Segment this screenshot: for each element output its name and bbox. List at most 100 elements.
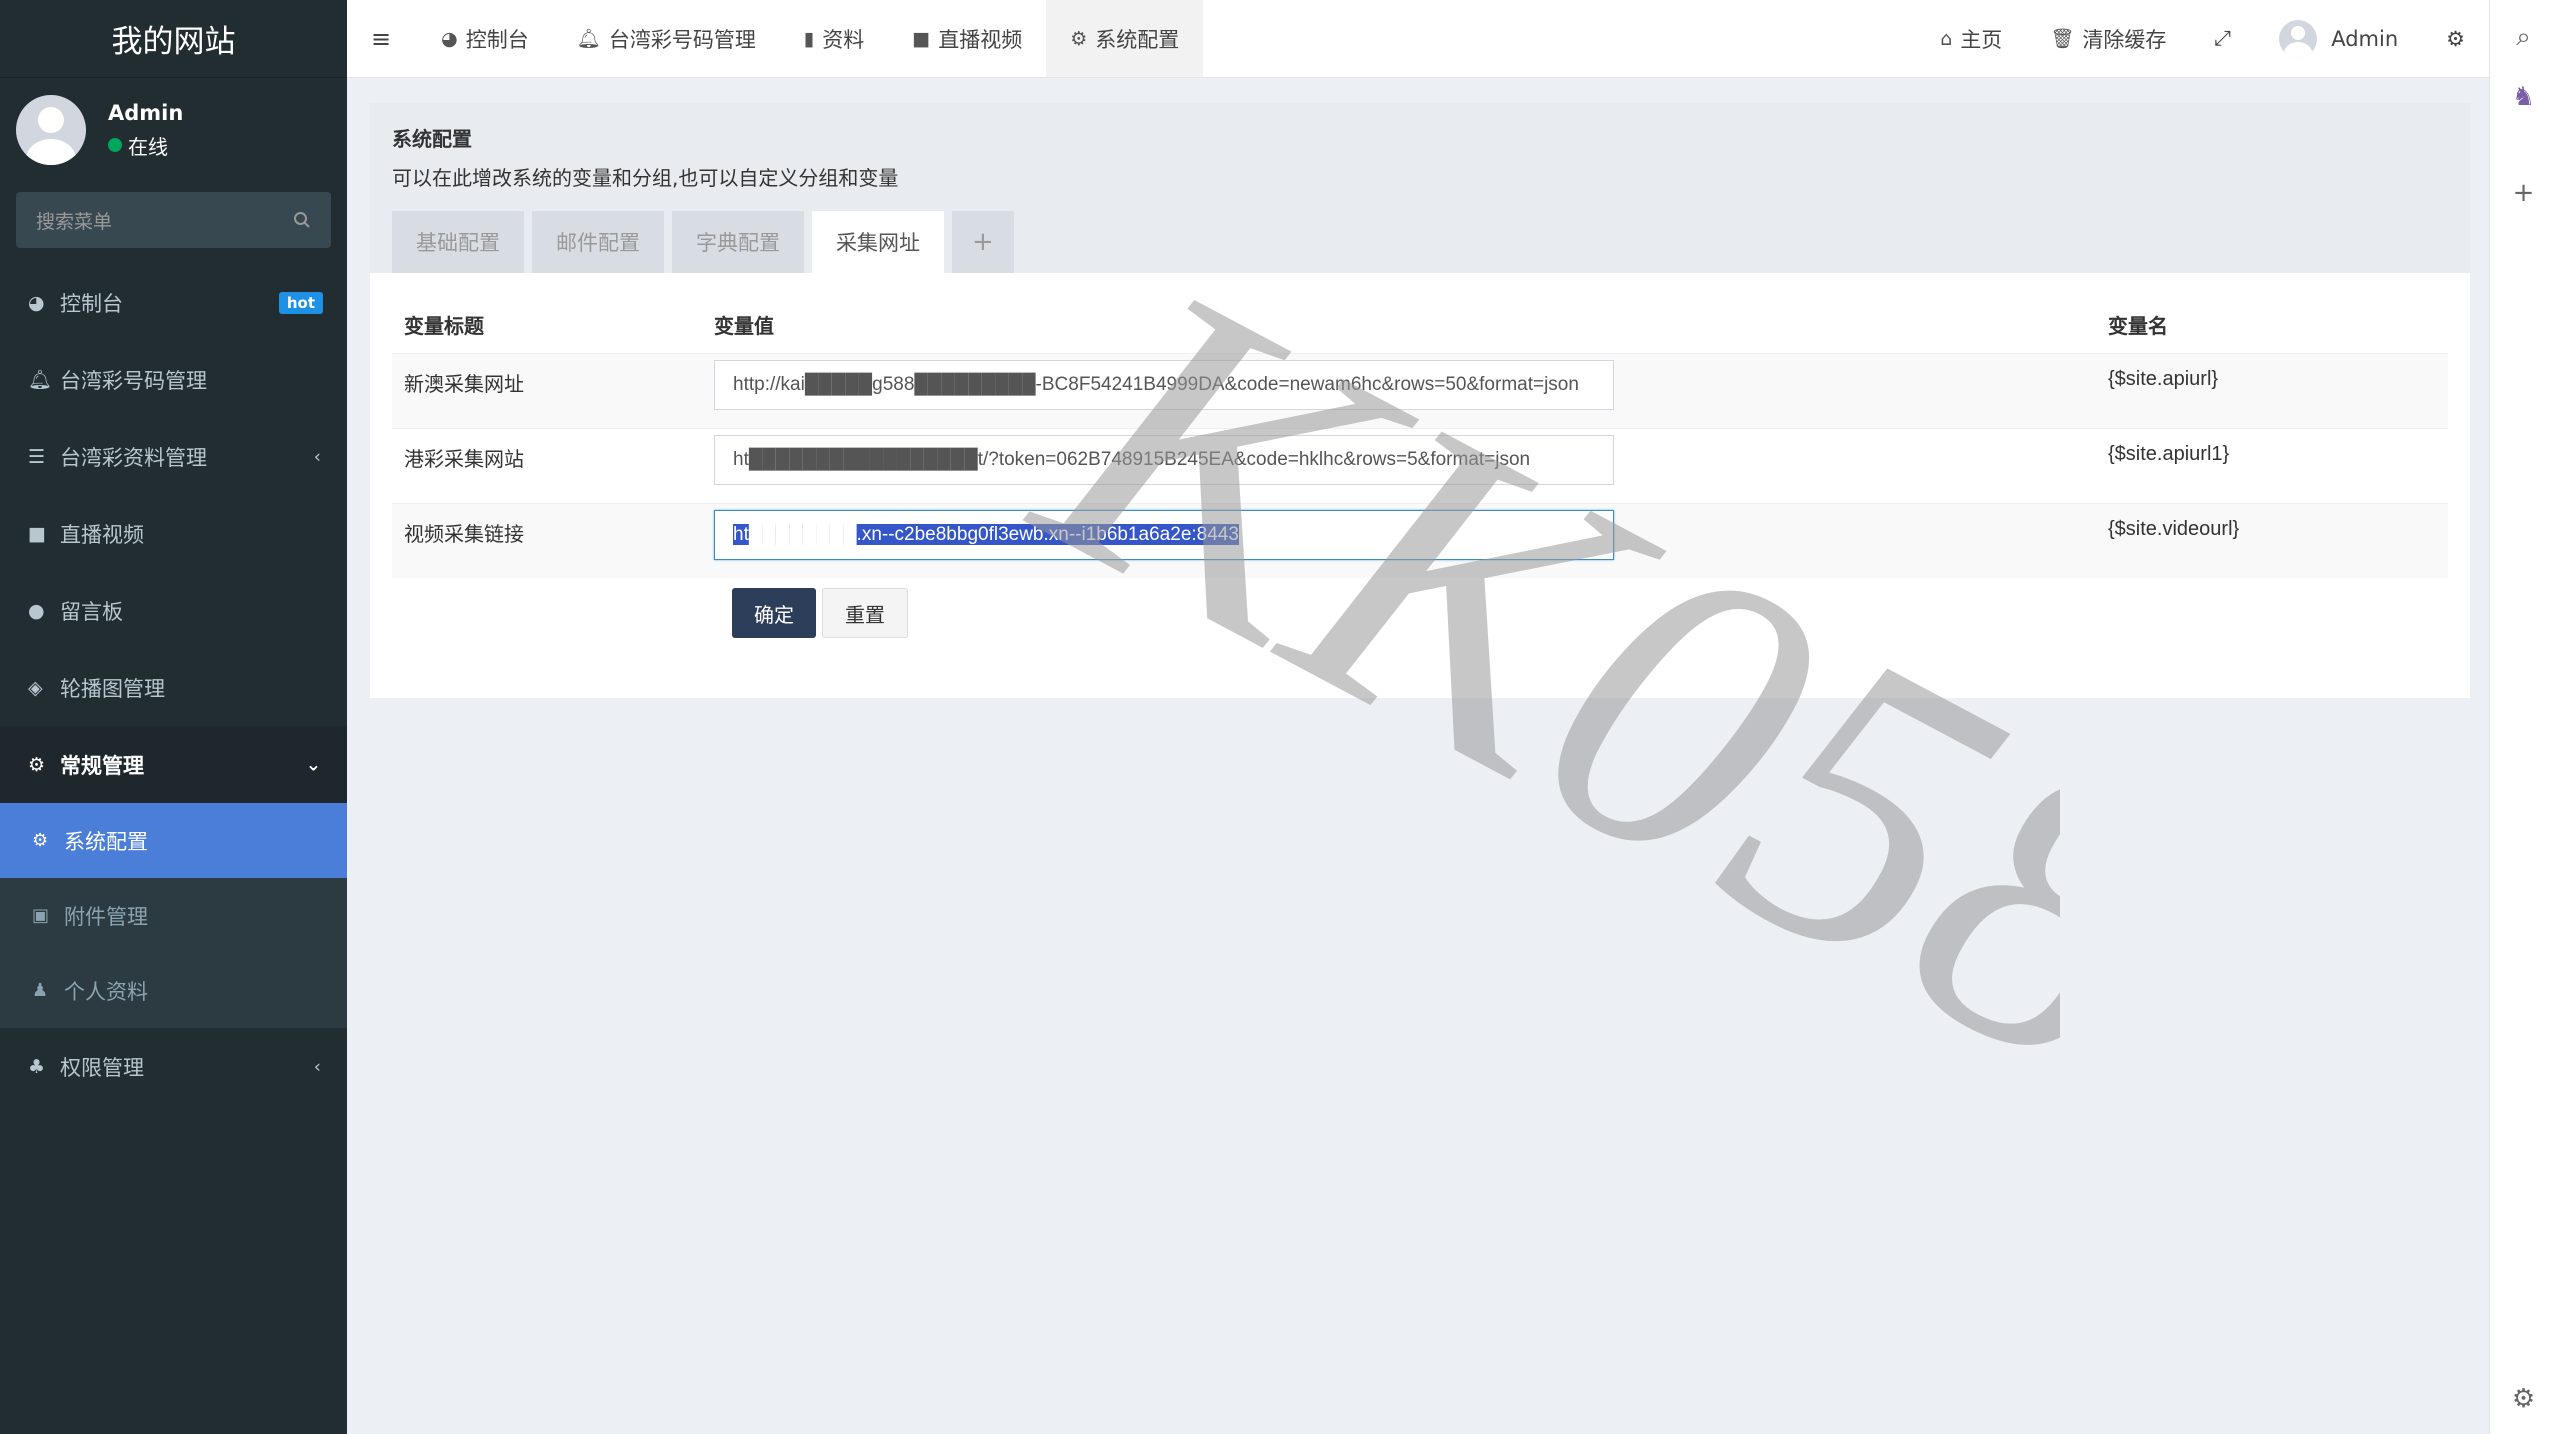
right-rail: ⌕ ♞ + ⚙ [2489,0,2556,1434]
list-icon: ☰ [28,445,46,468]
add-tab-button[interactable]: + [952,211,1014,273]
value-input[interactable]: ht█████████████████t/?token=062B748915B2… [714,434,1614,485]
user-menu[interactable]: Admin [2255,0,2422,77]
sidebar-nav: ◕ 控制台 hot 🔔︎ 台湾彩号码管理 ☰ 台湾彩资料管理 ‹ ■ 直播视频 … [0,264,347,1105]
fullscreen-button[interactable]: ⤢ [2190,0,2255,77]
user-name: Admin [108,100,184,125]
user-panel: Admin 在线 [0,78,347,182]
gear-icon[interactable]: ⚙ [2490,1374,2556,1424]
tab-data[interactable]: ▮ 资料 [780,0,888,77]
chevron-down-icon: ⌄ [305,754,321,775]
users-icon: ♣ [28,1055,46,1078]
tab-tw-numbers[interactable]: 🔔︎ 台湾彩号码管理 [553,0,780,77]
sidebar-item-attachments[interactable]: ▣ 附件管理 [0,878,347,953]
tab-basic-config[interactable]: 基础配置 [392,211,524,273]
row-title: 新澳采集网址 [392,352,702,428]
dashboard-icon: ◕ [28,291,45,314]
user-switch-icon[interactable]: ♞ [2490,72,2556,122]
page-title: 系统配置 [392,127,472,151]
config-tabs: 基础配置 邮件配置 字典配置 采集网址 + [392,211,1022,273]
tab-collect-urls[interactable]: 采集网址 [812,211,944,273]
tab-email-config[interactable]: 邮件配置 [532,211,664,273]
search-icon[interactable]: ⌕ [2490,12,2556,62]
search-placeholder: 搜索菜单 [36,210,113,233]
gear-icon: ⚙ [32,830,49,851]
tab-system-config[interactable]: ⚙ 系统配置 [1046,0,1204,77]
config-panel: 系统配置 可以在此增改系统的变量和分组,也可以自定义分组和变量 基础配置 邮件配… [370,103,2470,698]
online-dot-icon [108,138,122,152]
video-icon: ■ [28,522,46,545]
trash-icon: 🗑︎ [2050,28,2075,50]
user-icon: ♟ [32,980,49,1001]
site-logo[interactable]: 我的网站 [0,0,347,78]
tab-dictionary-config[interactable]: 字典配置 [672,211,804,273]
reset-button[interactable]: 重置 [822,588,908,638]
sidebar-item-tw-numbers[interactable]: 🔔︎ 台湾彩号码管理 [0,341,347,418]
dashboard-icon: ◕ [441,27,458,50]
home-link[interactable]: ⌂ 主页 [1916,0,2026,77]
sidebar-item-permissions[interactable]: ♣ 权限管理 ‹ [0,1028,347,1105]
sidebar-item-label: 个人资料 [64,979,148,1004]
sidebar-item-system-config[interactable]: ⚙ 系统配置 [0,803,347,878]
settings-button[interactable]: ⚙ [2422,0,2489,77]
tab-label: 台湾彩号码管理 [608,27,756,52]
sidebar-item-guestbook[interactable]: ● 留言板 [0,572,347,649]
bookmark-icon: ▮ [803,27,815,50]
search-icon[interactable] [293,211,311,229]
hot-badge: hot [278,291,323,314]
sidebar-item-profile[interactable]: ♟ 个人资料 [0,953,347,1028]
tab-label: 控制台 [465,27,529,52]
file-image-icon: ▣ [32,905,50,926]
home-label: 主页 [1960,27,2003,52]
status-text: 在线 [128,134,168,159]
menu-toggle-button[interactable]: ≡ [347,0,417,77]
user-status: 在线 [108,131,183,160]
tab-live-video[interactable]: ■ 直播视频 [888,0,1046,77]
row-value-cell: ht█████████████████t/?token=062B748915B2… [702,427,2096,503]
plus-icon[interactable]: + [2490,168,2556,218]
hamburger-icon: ≡ [371,24,392,53]
sidebar-item-label: 系统配置 [64,829,148,854]
tab-dashboard[interactable]: ◕ 控制台 [417,0,553,77]
sidebar-item-label: 直播视频 [60,522,144,547]
avatar [2279,19,2318,58]
video-icon: ■ [912,27,931,50]
general-submenu: ⚙ 系统配置 ▣ 附件管理 ♟ 个人资料 [0,803,347,1028]
leaf-icon: ◈ [28,676,43,699]
avatar [16,95,86,165]
row-value-cell: http://kai█████g588█████████-BC8F54241B4… [702,352,2096,428]
row-var-name: {$site.apiurl1} [2096,427,2448,503]
value-input[interactable]: http://kai█████g588█████████-BC8F54241B4… [714,359,1614,410]
bell-icon: 🔔︎ [576,28,601,50]
tab-label: 直播视频 [938,27,1023,52]
sidebar-item-label: 控制台 [60,291,123,316]
value-input[interactable]: ht████████.xn--c2be8bbg0fl3ewb.xn--i1b6b… [714,509,1614,560]
user-menu-name: Admin [2331,26,2399,51]
sidebar: 我的网站 Admin 在线 搜索菜单 ◕ 控制台 hot 🔔︎ 台湾彩号码管理 … [0,0,347,1434]
sidebar-item-label: 附件管理 [64,904,148,929]
chevron-left-icon: ‹ [313,446,321,467]
clear-cache-button[interactable]: 🗑︎ 清除缓存 [2026,0,2190,77]
config-table: 变量标题 变量值 变量名 新澳采集网址 http://kai█████g588█… [392,297,2448,578]
table-row: 新澳采集网址 http://kai█████g588█████████-BC8F… [392,352,2448,428]
main-content: 系统配置 可以在此增改系统的变量和分组,也可以自定义分组和变量 基础配置 邮件配… [370,103,2470,698]
sidebar-item-label: 台湾彩资料管理 [60,445,207,470]
sidebar-item-tw-data[interactable]: ☰ 台湾彩资料管理 ‹ [0,418,347,495]
table-row: 视频采集链接 ht████████.xn--c2be8bbg0fl3ewb.xn… [392,502,2448,578]
tab-label: 系统配置 [1095,27,1180,52]
tab-label: 资料 [822,27,865,52]
sidebar-item-carousel[interactable]: ◈ 轮播图管理 [0,649,347,726]
value-text: http://kai█████g588█████████-BC8F54241B4… [733,373,1579,395]
sidebar-item-live-video[interactable]: ■ 直播视频 [0,495,347,572]
clear-cache-label: 清除缓存 [2082,27,2167,52]
submit-button[interactable]: 确定 [732,588,816,638]
sidebar-item-dashboard[interactable]: ◕ 控制台 hot [0,264,347,341]
expand-icon: ⤢ [2214,26,2232,50]
gear-icon: ⚙ [1070,27,1088,50]
bell-icon: 🔔︎ [28,369,53,391]
sidebar-item-general[interactable]: ⚙ 常规管理 ⌄ [0,726,347,803]
column-header-name: 变量名 [2108,314,2168,339]
sidebar-item-label: 台湾彩号码管理 [60,368,207,393]
sidebar-search-input[interactable]: 搜索菜单 [16,192,331,248]
